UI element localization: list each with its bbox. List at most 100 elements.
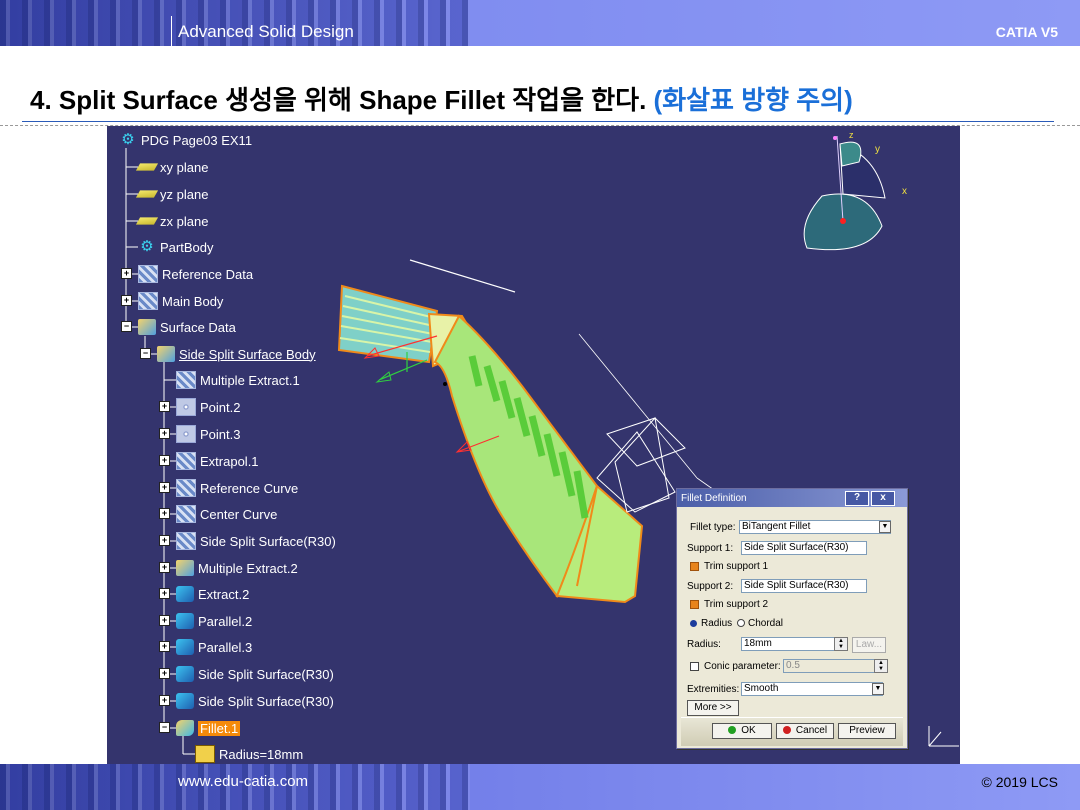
cancel-icon (782, 726, 791, 734)
support2-field[interactable]: Side Split Surface(R30) (741, 579, 867, 593)
surface-icon (176, 666, 194, 682)
expand-icon[interactable]: + (159, 401, 170, 412)
expand-icon[interactable]: + (159, 562, 170, 573)
tree-label: Reference Curve (200, 480, 299, 496)
axis-triad-icon (928, 726, 959, 747)
geometrical-set-icon (138, 292, 158, 310)
tree-item-xy-plane[interactable]: xy plane (135, 157, 208, 177)
support1-label: Support 1: (687, 543, 734, 554)
geometrical-set-icon (138, 265, 158, 283)
tree-item-reference-curve[interactable]: Reference Curve (176, 478, 298, 498)
tree-label: Parallel.3 (198, 639, 253, 655)
curve-icon (176, 479, 196, 497)
radio-empty-icon (737, 619, 745, 628)
expand-icon[interactable]: + (159, 482, 170, 493)
tree-item-point-3[interactable]: Point.3 (176, 424, 240, 444)
collapse-icon[interactable]: − (159, 722, 170, 733)
course-title: Advanced Solid Design (178, 22, 354, 41)
website-link[interactable]: www.edu-catia.com (178, 773, 308, 790)
tree-item-main-body[interactable]: Main Body (138, 291, 223, 311)
close-button[interactable]: x (871, 491, 895, 506)
extract-icon (176, 371, 196, 389)
tree-item-radius[interactable]: Radius=18mm (195, 744, 303, 764)
tree-item-multiple-extract-2[interactable]: Multiple Extract.2 (176, 558, 298, 578)
tree-label: Main Body (162, 293, 224, 309)
tree-item-point-2[interactable]: Point.2 (176, 397, 240, 417)
tree-item-side-split-surface-body[interactable]: Side Split Surface Body (157, 344, 316, 364)
chevron-down-icon[interactable]: ▼ (879, 521, 891, 533)
cancel-button[interactable]: Cancel (776, 723, 834, 739)
checkbox-icon (690, 599, 699, 609)
conic-parameter-checkbox[interactable]: Conic parameter: (690, 661, 781, 672)
extract-icon (176, 560, 194, 576)
tree-label: Side Split Surface(R30) (198, 693, 334, 709)
ok-label: OK (741, 725, 756, 736)
tree-item-yz-plane[interactable]: yz plane (135, 184, 209, 204)
expand-icon[interactable]: + (159, 588, 170, 599)
chordal-option-label: Chordal (748, 618, 784, 629)
tree-item-extract-2[interactable]: Extract.2 (176, 584, 249, 604)
expand-icon[interactable]: + (159, 428, 170, 439)
preview-button[interactable]: Preview (838, 723, 896, 739)
help-button[interactable]: ? (845, 491, 869, 506)
radius-field[interactable]: 18mm (741, 637, 837, 651)
parallel-icon (176, 613, 194, 629)
tree-item-zx-plane[interactable]: zx plane (135, 211, 208, 231)
chordal-radio[interactable]: Chordal (737, 618, 783, 629)
expand-icon[interactable]: + (121, 295, 132, 306)
surface-icon (176, 693, 194, 709)
radius-radio[interactable]: Radius (690, 618, 732, 629)
part-icon: ⚙ (121, 131, 135, 148)
ok-button[interactable]: OK (712, 723, 772, 739)
tree-item-multiple-extract-1[interactable]: Multiple Extract.1 (176, 370, 300, 390)
expand-icon[interactable]: + (159, 695, 170, 706)
expand-icon[interactable]: + (159, 641, 170, 652)
tree-item-side-split-surface-r30-b[interactable]: Side Split Surface(R30) (176, 664, 334, 684)
tree-item-parallel-2[interactable]: Parallel.2 (176, 611, 252, 631)
tree-item-reference-data[interactable]: Reference Data (138, 264, 253, 284)
tree-item-parallel-3[interactable]: Parallel.3 (176, 637, 252, 657)
fillet-type-select[interactable]: BiTangent Fillet (739, 520, 891, 534)
tree-label: Side Split Surface Body (179, 346, 316, 362)
heading-text: 4. Split Surface 생성을 위해 Shape Fillet 작업을… (30, 85, 647, 115)
tree-label: yz plane (160, 186, 209, 202)
trim-support2-checkbox[interactable]: Trim support 2 (690, 599, 768, 610)
tree-label: PDG Page03 EX11 (141, 132, 253, 148)
page-heading: 4. Split Surface 생성을 위해 Shape Fillet 작업을… (30, 80, 853, 117)
dialog-titlebar[interactable]: Fillet Definition ? x (677, 489, 907, 507)
plane-icon (135, 217, 159, 225)
expand-icon[interactable]: + (121, 268, 132, 279)
surface-icon (176, 532, 196, 550)
chevron-down-icon[interactable]: ▼ (872, 683, 884, 695)
extremities-select[interactable]: Smooth (741, 682, 883, 696)
curve-icon (176, 505, 196, 523)
tree-item-center-curve[interactable]: Center Curve (176, 504, 277, 524)
tree-item-root[interactable]: ⚙ PDG Page03 EX11 (119, 130, 252, 150)
support1-field[interactable]: Side Split Surface(R30) (741, 541, 867, 555)
expand-icon[interactable]: + (159, 535, 170, 546)
tree-item-surface-data[interactable]: Surface Data (138, 317, 236, 337)
tree-item-partbody[interactable]: ⚙ PartBody (138, 237, 213, 257)
cancel-label: Cancel (795, 725, 828, 736)
tree-item-extrapol-1[interactable]: Extrapol.1 (176, 451, 259, 471)
radius-spinner[interactable]: ▲ ▼ (834, 637, 848, 651)
expand-icon[interactable]: + (159, 508, 170, 519)
fillet-definition-dialog: Fillet Definition ? x Fillet type: BiTan… (676, 488, 908, 749)
tree-item-fillet-1[interactable]: Fillet.1 (176, 718, 241, 738)
tree-item-side-split-surface-r30-a[interactable]: Side Split Surface(R30) (176, 531, 336, 551)
trim-support2-label: Trim support 2 (704, 599, 769, 610)
collapse-icon[interactable]: − (121, 321, 132, 332)
trim-support1-checkbox[interactable]: Trim support 1 (690, 561, 768, 572)
parallel-icon (176, 639, 194, 655)
support2-label: Support 2: (687, 581, 734, 592)
conic-parameter-field: 0.5 (783, 659, 877, 673)
expand-icon[interactable]: + (159, 455, 170, 466)
expand-icon[interactable]: + (159, 668, 170, 679)
collapse-icon[interactable]: − (140, 348, 151, 359)
more-button[interactable]: More >> (687, 700, 739, 716)
expand-icon[interactable]: + (159, 615, 170, 626)
compass[interactable] (803, 135, 886, 251)
tree-item-side-split-surface-r30-c[interactable]: Side Split Surface(R30) (176, 691, 334, 711)
extremities-label: Extremities: (687, 684, 740, 695)
tree-label: Extract.2 (198, 586, 250, 602)
